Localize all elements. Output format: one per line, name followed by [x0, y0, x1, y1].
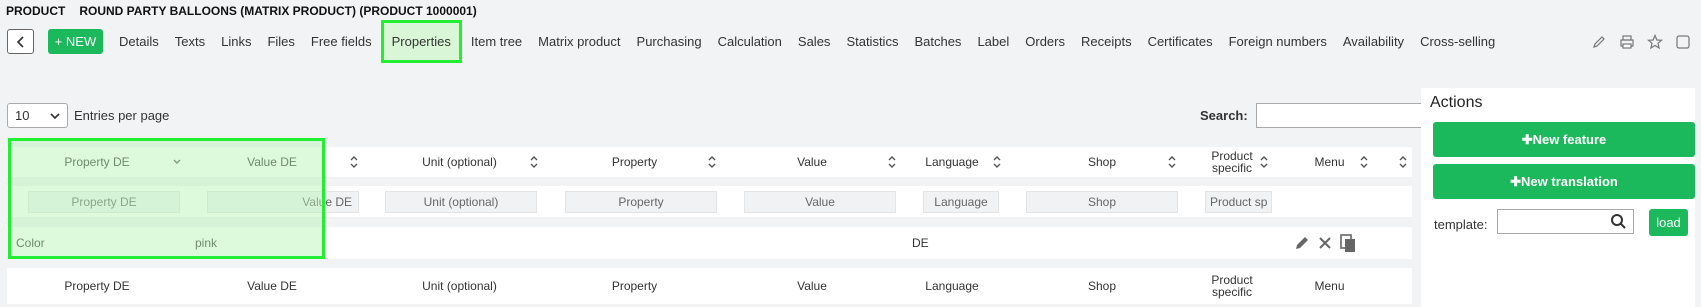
foot-unit: Unit (optional) — [422, 279, 497, 293]
copy-icon[interactable] — [1339, 233, 1357, 256]
table-footer: Property DE Value DE Unit (optional) Pro… — [7, 268, 1412, 304]
col-language[interactable]: Language — [902, 147, 1002, 177]
back-button[interactable] — [7, 29, 34, 54]
new-button[interactable]: + NEW — [48, 29, 103, 54]
col-shop[interactable]: Shop — [1017, 147, 1187, 177]
tab-free-fields[interactable]: Free fields — [303, 29, 380, 54]
col-unit[interactable]: Unit (optional) — [362, 147, 557, 177]
sort-icon[interactable] — [1167, 155, 1177, 169]
chevron-left-icon — [16, 35, 24, 48]
section-label: PRODUCT — [6, 4, 66, 18]
tab-item-tree[interactable]: Item tree — [463, 29, 530, 54]
tab-statistics[interactable]: Statistics — [838, 29, 906, 54]
entries-label: Entries per page — [74, 108, 170, 123]
highlight-box — [8, 138, 325, 259]
entries-select[interactable]: 10 — [7, 103, 68, 128]
entries-per-page: 10 Entries per page — [7, 103, 169, 128]
filter-value[interactable]: Value — [744, 191, 896, 213]
col-menu[interactable]: Menu — [1292, 147, 1367, 177]
tab-batches[interactable]: Batches — [906, 29, 969, 54]
edit-icon[interactable] — [1293, 234, 1311, 255]
load-button[interactable]: load — [1649, 209, 1688, 236]
tab-calculation[interactable]: Calculation — [710, 29, 790, 54]
col-product-specific[interactable]: Product specific — [1202, 147, 1262, 177]
actions-panel: Actions ✚ New feature ✚ New translation te… — [1421, 88, 1695, 307]
foot-property-de: Property DE — [64, 279, 130, 293]
tab-properties[interactable]: Properties — [380, 20, 462, 63]
col-property[interactable]: Property — [547, 147, 722, 177]
sort-icon[interactable] — [1359, 155, 1369, 169]
actions-title: Actions — [1430, 94, 1483, 111]
product-title: ROUND PARTY BALLOONS (MATRIX PRODUCT) (P… — [79, 4, 477, 18]
entries-value: 10 — [15, 108, 30, 123]
tab-label[interactable]: Label — [969, 29, 1017, 54]
tab-availability[interactable]: Availability — [1335, 29, 1412, 54]
chevron-down-icon — [50, 112, 60, 119]
filter-unit[interactable]: Unit (optional) — [385, 191, 537, 213]
tab-files[interactable]: Files — [259, 29, 302, 54]
delete-icon[interactable] — [1317, 235, 1333, 254]
top-bar: PRODUCT ROUND PARTY BALLOONS (MATRIX PRO… — [0, 0, 1701, 78]
tab-details[interactable]: Details — [111, 29, 167, 54]
foot-language: Language — [925, 279, 979, 293]
cell-language: DE — [912, 236, 929, 250]
tab-purchasing[interactable]: Purchasing — [629, 29, 710, 54]
tab-links[interactable]: Links — [213, 29, 259, 54]
tab-matrix-product[interactable]: Matrix product — [530, 29, 628, 54]
plus-icon: ✚ — [1510, 173, 1522, 189]
sort-icon[interactable] — [992, 155, 1002, 169]
search-label: Search: — [1200, 108, 1248, 123]
tab-cross-selling[interactable]: Cross-selling — [1412, 29, 1503, 54]
tab-bar: Details Texts Links Files Free fields Pr… — [111, 20, 1503, 63]
sort-icon[interactable] — [349, 155, 359, 169]
sort-icon[interactable] — [529, 155, 539, 169]
pencil-icon[interactable] — [1591, 34, 1607, 50]
new-translation-label: New translation — [1521, 174, 1618, 189]
tab-sales[interactable]: Sales — [790, 29, 839, 54]
foot-menu: Menu — [1314, 279, 1345, 293]
foot-shop: Shop — [1087, 279, 1117, 293]
page-title: PRODUCT ROUND PARTY BALLOONS (MATRIX PRO… — [6, 3, 477, 19]
new-feature-label: New feature — [1532, 132, 1607, 147]
tab-certificates[interactable]: Certificates — [1140, 29, 1221, 54]
foot-value-de: Value DE — [247, 279, 297, 293]
square-icon[interactable] — [1675, 34, 1691, 50]
foot-product-specific: Product specific — [1211, 273, 1253, 299]
row-actions — [1293, 233, 1357, 256]
plus-icon: ✚ — [1521, 131, 1533, 147]
filter-product-specific[interactable]: Product sp — [1205, 191, 1272, 213]
star-icon[interactable] — [1647, 33, 1663, 50]
new-translation-button[interactable]: ✚ New translation — [1433, 164, 1695, 199]
tool-icons — [1591, 29, 1701, 54]
tab-foreign-numbers[interactable]: Foreign numbers — [1221, 29, 1335, 54]
search-icon[interactable] — [1610, 213, 1627, 233]
filter-language[interactable]: Language — [923, 191, 999, 213]
sort-icon[interactable] — [1259, 155, 1269, 169]
new-feature-button[interactable]: ✚ New feature — [1433, 122, 1695, 157]
foot-value: Value — [797, 279, 827, 293]
printer-icon[interactable] — [1619, 34, 1635, 50]
filter-shop[interactable]: Shop — [1026, 191, 1178, 213]
sort-icon[interactable] — [887, 155, 897, 169]
tab-texts[interactable]: Texts — [167, 29, 213, 54]
tab-receipts[interactable]: Receipts — [1073, 29, 1140, 54]
template-label: template: — [1434, 217, 1488, 232]
foot-property: Property — [611, 279, 658, 293]
sort-icon[interactable] — [1398, 155, 1408, 169]
tab-orders[interactable]: Orders — [1017, 29, 1073, 54]
sort-icon[interactable] — [707, 155, 717, 169]
filter-property[interactable]: Property — [565, 191, 717, 213]
col-value[interactable]: Value — [722, 147, 902, 177]
